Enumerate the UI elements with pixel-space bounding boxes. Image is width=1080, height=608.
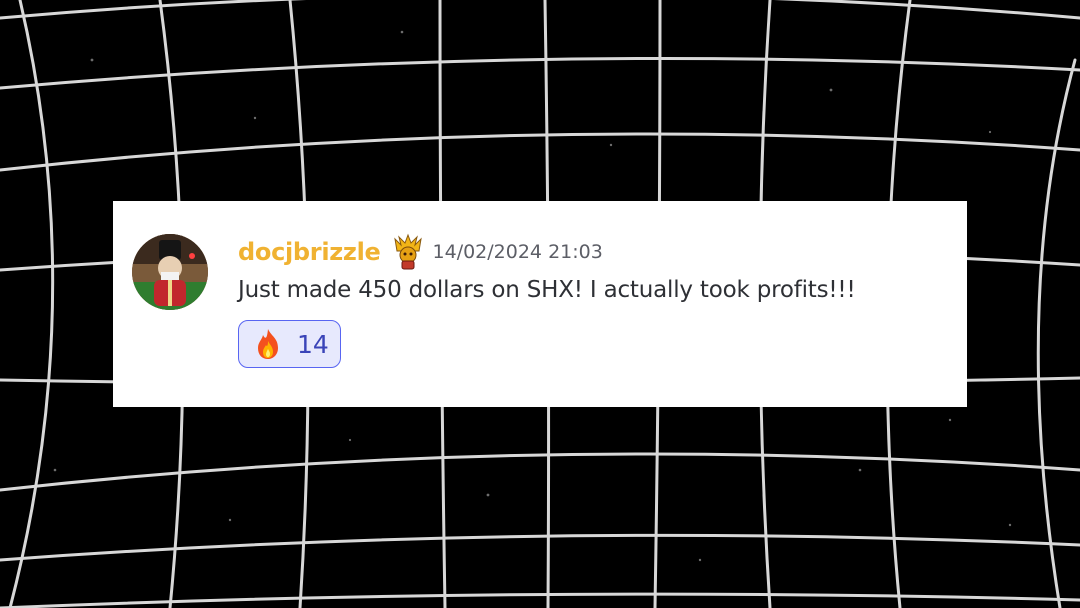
fire-reaction-button[interactable]: 14 <box>238 320 341 368</box>
message-content: Just made 450 dollars on SHX! I actually… <box>238 277 856 303</box>
reaction-count: 14 <box>297 329 329 359</box>
message-header: docjbrizzle 14/02/2024 21:03 <box>238 233 603 271</box>
fire-icon <box>251 327 285 361</box>
message-timestamp: 14/02/2024 21:03 <box>432 241 603 263</box>
golden-trophy-character-icon[interactable] <box>389 233 427 271</box>
username[interactable]: docjbrizzle <box>238 238 381 266</box>
avatar-image <box>132 234 208 310</box>
chat-message-card: docjbrizzle 14/02/2024 21:03 Just made 4… <box>113 201 967 407</box>
nutcracker-avatar[interactable] <box>132 234 208 310</box>
